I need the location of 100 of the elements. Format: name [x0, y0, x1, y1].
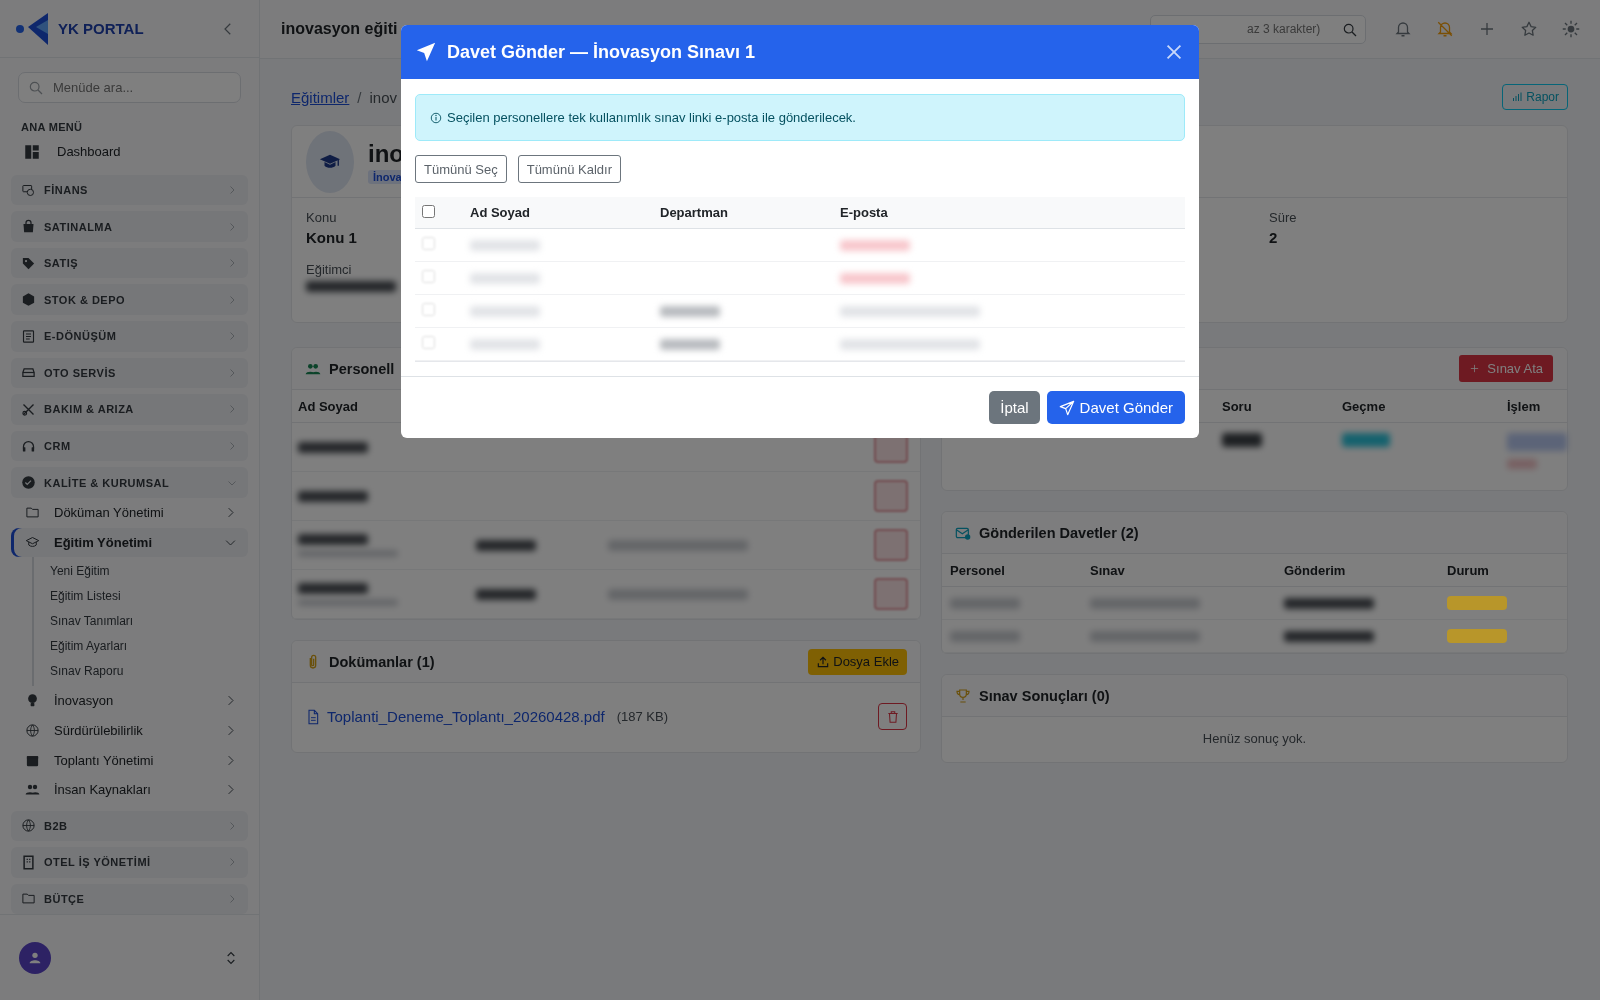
redacted-text — [298, 533, 368, 545]
send-icon — [415, 41, 437, 63]
file-icon — [305, 708, 321, 725]
menu-group[interactable]: KALİTE & KURUMSAL — [11, 467, 248, 498]
info-text: Seçilen personellere tek kullanımlık sınav linki e-posta ile gönderilecek. — [447, 110, 856, 125]
field-label: Süre — [1269, 210, 1297, 225]
search-icon — [1342, 21, 1358, 38]
redacted-text — [476, 588, 536, 600]
redacted-text — [470, 338, 540, 350]
menu-group[interactable]: BAKIM & ARIZA — [11, 394, 248, 425]
menu-group[interactable]: E-DÖNÜŞÜM — [11, 321, 248, 352]
document-icon — [21, 328, 36, 344]
submenu-item[interactable]: Eğitim Ayarları — [34, 634, 248, 660]
menu-group[interactable]: OTEL İŞ YÖNETİMİ — [11, 847, 248, 878]
redacted-text — [840, 272, 910, 284]
info-icon — [430, 110, 442, 125]
bar-chart-icon — [1511, 90, 1524, 104]
submenu-item[interactable]: Sınav Raporu — [34, 659, 248, 685]
column-header: Departman — [660, 205, 729, 220]
send-invite-button[interactable]: Davet Gönder — [1046, 391, 1185, 424]
bell-icon[interactable] — [1394, 20, 1412, 38]
redacted-text — [298, 490, 368, 502]
folder-icon — [21, 891, 36, 907]
redacted-text — [298, 582, 368, 594]
column-header: E-posta — [840, 205, 889, 220]
file-link[interactable]: Toplanti_Deneme_Toplantı_20260428.pdf — [327, 708, 605, 725]
breadcrumb-current: inov — [369, 88, 398, 106]
menu-item[interactable]: İnovasyon — [11, 686, 248, 716]
menu-group[interactable]: BÜTÇE — [11, 883, 248, 915]
trash-icon — [885, 709, 900, 724]
menu-group[interactable]: STOK & DEPO — [11, 284, 248, 316]
card-title: Dokümanlar (1) — [329, 653, 436, 670]
submenu-item[interactable]: Yeni Eğitim — [34, 559, 248, 585]
dialog-title: Davet Gönder — İnovasyon Sınavı 1 — [447, 41, 757, 63]
redacted-badge — [1342, 433, 1390, 447]
redacted-text — [1222, 433, 1262, 447]
menu-group[interactable]: SATIŞ — [11, 247, 248, 279]
checkbox[interactable] — [422, 204, 435, 218]
redacted-text — [470, 305, 540, 317]
column-header: Ad Soyad — [298, 398, 358, 414]
bag-icon — [21, 219, 36, 235]
tag-icon — [21, 255, 36, 271]
bell-off-icon[interactable] — [1436, 20, 1454, 38]
cancel-button[interactable]: İptal — [989, 391, 1040, 424]
redacted-text — [298, 441, 368, 453]
menu-group[interactable]: OTO SERVİS — [11, 357, 248, 389]
card-title: Personell — [329, 360, 396, 377]
upload-icon — [816, 654, 831, 669]
menu-group[interactable]: B2B — [11, 810, 248, 842]
breadcrumb-separator: / — [357, 88, 362, 106]
redacted-text — [470, 272, 540, 284]
menu-group[interactable]: CRM — [11, 430, 248, 462]
submenu-item[interactable]: Sınav Tanımları — [34, 609, 248, 635]
menu-item[interactable]: Toplantı Yönetimi — [11, 745, 248, 775]
menu-item[interactable]: Sürdürülebilirlik — [11, 715, 248, 746]
field-label: Konu — [306, 210, 337, 225]
column-header: Durum — [1447, 562, 1490, 578]
report-button[interactable]: Rapor — [1502, 84, 1568, 110]
search-icon — [28, 80, 44, 97]
menu-group[interactable]: SATINALMA — [11, 211, 248, 242]
star-icon[interactable] — [1520, 20, 1538, 38]
redacted-text — [840, 239, 910, 251]
menu-item[interactable]: Dashboard — [11, 135, 248, 169]
search-field[interactable]: Menüde ara... — [18, 72, 241, 104]
column-header: Soru — [1222, 398, 1253, 414]
select-all-button[interactable]: Tümünü Seç — [415, 155, 507, 183]
menu-item[interactable]: Eğitim Yönetimi — [11, 527, 248, 558]
badge-icon — [21, 475, 36, 491]
building-icon — [21, 854, 36, 870]
globe-icon — [21, 818, 36, 834]
box-icon — [21, 292, 36, 308]
redacted-text — [950, 597, 1020, 609]
delete-button[interactable] — [878, 703, 907, 730]
avatar[interactable] — [19, 941, 51, 974]
empty-message: Henüz sonuç yok. — [1202, 731, 1307, 746]
trophy-icon — [955, 687, 971, 704]
send-icon — [1058, 399, 1075, 416]
submenu-item[interactable]: Eğitim Listesi — [34, 584, 248, 610]
clear-all-button[interactable]: Tümünü Kaldır — [517, 155, 621, 183]
redacted-text — [660, 305, 720, 317]
card-title: Sınav Sonuçları (0) — [979, 687, 1111, 704]
column-header: İşlem — [1507, 398, 1542, 414]
breadcrumb-link[interactable]: Eğitimler — [291, 88, 350, 106]
menu-item[interactable]: İnsan Kaynakları — [11, 774, 248, 805]
redacted-text — [470, 239, 540, 251]
lightbulb-icon — [25, 693, 40, 709]
menu-item[interactable]: Döküman Yönetimi — [11, 497, 248, 528]
menu-group[interactable]: FİNANS — [11, 174, 248, 206]
brand-name: YK PORTAL — [58, 20, 144, 38]
plus-icon — [1469, 363, 1481, 374]
sun-icon[interactable] — [1562, 20, 1580, 38]
field-value: 2 — [1269, 229, 1278, 246]
assign-exam-button[interactable]: Sınav Ata — [1459, 355, 1553, 382]
dashboard-icon — [23, 142, 41, 161]
graduation-cap-icon — [25, 534, 40, 550]
plus-icon[interactable] — [1478, 20, 1496, 38]
tools-icon — [21, 402, 36, 417]
column-header: Gönderim — [1284, 562, 1347, 578]
upload-button[interactable]: Dosya Ekle — [808, 648, 907, 675]
globe-icon — [25, 723, 40, 738]
